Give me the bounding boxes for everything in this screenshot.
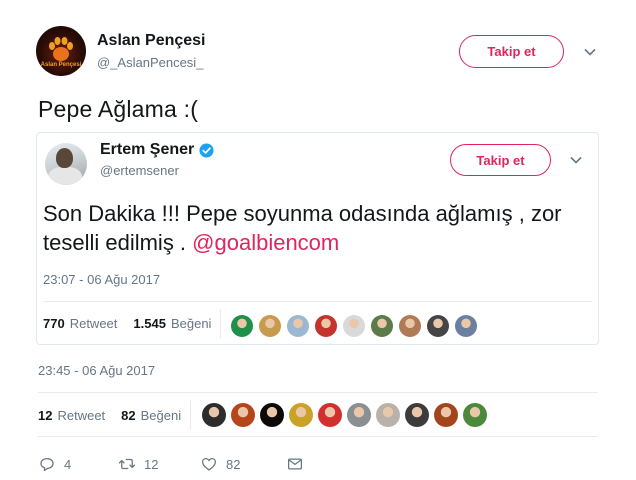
liker-avatar[interactable] (231, 315, 253, 337)
author-avatar[interactable]: Aslan Pençesi (36, 26, 86, 76)
envelope-icon (287, 458, 303, 470)
author-name[interactable]: Aslan Pençesi (97, 32, 206, 50)
retweet-count: 12 (38, 408, 53, 423)
divider (190, 400, 191, 430)
quoted-like-count: 1.545 (133, 316, 166, 331)
quoted-follow-button[interactable]: Takip et (450, 144, 551, 176)
liker-avatar[interactable] (371, 315, 393, 337)
divider (43, 301, 592, 302)
tweet-timestamp[interactable]: 23:45 - 06 Ağu 2017 (38, 363, 155, 378)
liker-avatar[interactable] (463, 403, 487, 427)
quoted-like-label: Beğeni (170, 316, 212, 331)
tweet-stats: 12 Retweet 82 Beğeni (38, 408, 181, 423)
verified-badge-icon (199, 142, 214, 158)
liker-avatar[interactable] (427, 315, 449, 337)
liker-avatar[interactable] (455, 315, 477, 337)
liker-avatar[interactable] (343, 315, 365, 337)
author-handle[interactable]: @_AslanPencesi_ (97, 55, 203, 70)
liker-avatar[interactable] (289, 403, 313, 427)
follow-button[interactable]: Takip et (459, 35, 564, 68)
quoted-liker-avatars (231, 315, 477, 337)
liker-avatar[interactable] (405, 403, 429, 427)
like-button[interactable]: 82 (200, 455, 286, 473)
quoted-timestamp[interactable]: 23:07 - 06 Ağu 2017 (43, 272, 160, 287)
reply-icon (40, 457, 54, 472)
direct-message-button[interactable] (286, 455, 304, 473)
liker-avatar[interactable] (318, 403, 342, 427)
quoted-author-handle[interactable]: @ertemsener (100, 163, 179, 178)
like-count: 82 (121, 408, 136, 423)
chevron-down-icon[interactable] (569, 153, 583, 167)
tweet-actions: 4 12 82 (38, 455, 304, 473)
liker-avatar[interactable] (315, 315, 337, 337)
quoted-author-name-row[interactable]: Ertem Şener (100, 141, 214, 159)
avatar-logo-text: Aslan Pençesi (40, 62, 82, 68)
quoted-retweet-stat[interactable]: 770 Retweet (43, 316, 117, 331)
quoted-retweet-count: 770 (43, 316, 65, 331)
liker-avatar[interactable] (376, 403, 400, 427)
reply-button[interactable]: 4 (38, 455, 118, 473)
divider (38, 392, 598, 393)
quoted-like-stat[interactable]: 1.545 Beğeni (133, 316, 211, 331)
liker-avatar[interactable] (231, 403, 255, 427)
chevron-down-icon[interactable] (583, 45, 597, 59)
tweet-text: Pepe Ağlama :( (38, 96, 199, 122)
like-label: Beğeni (140, 408, 182, 423)
avatar-head (56, 148, 73, 168)
avatar-body (48, 167, 82, 185)
liker-avatar[interactable] (434, 403, 458, 427)
mention-link[interactable]: @goalbiencom (192, 230, 339, 255)
heart-icon (201, 457, 217, 471)
liker-avatars (202, 403, 487, 427)
liker-avatar[interactable] (287, 315, 309, 337)
liker-avatar[interactable] (259, 315, 281, 337)
liker-avatar[interactable] (399, 315, 421, 337)
action-like-count: 82 (226, 456, 241, 472)
retweet-icon (118, 458, 136, 470)
reply-count: 4 (64, 456, 72, 472)
quoted-retweet-label: Retweet (69, 316, 118, 331)
quoted-author-name: Ertem Şener (100, 141, 195, 158)
like-stat[interactable]: 82 Beğeni (121, 408, 181, 423)
quoted-tweet-text: Son Dakika !!! Pepe soyunma odasında ağl… (43, 199, 588, 257)
quoted-tweet[interactable]: Ertem Şener @ertemsener Takip et Son Dak… (36, 132, 599, 345)
quoted-stats: 770 Retweet 1.545 Beğeni (43, 316, 211, 331)
quoted-author-avatar[interactable] (45, 143, 87, 185)
retweet-stat[interactable]: 12 Retweet (38, 408, 105, 423)
liker-avatar[interactable] (202, 403, 226, 427)
retweet-label: Retweet (57, 408, 106, 423)
action-retweet-count: 12 (144, 456, 159, 472)
retweet-button[interactable]: 12 (118, 455, 200, 473)
divider (220, 309, 221, 339)
liker-avatar[interactable] (260, 403, 284, 427)
liker-avatar[interactable] (347, 403, 371, 427)
divider (38, 436, 598, 437)
